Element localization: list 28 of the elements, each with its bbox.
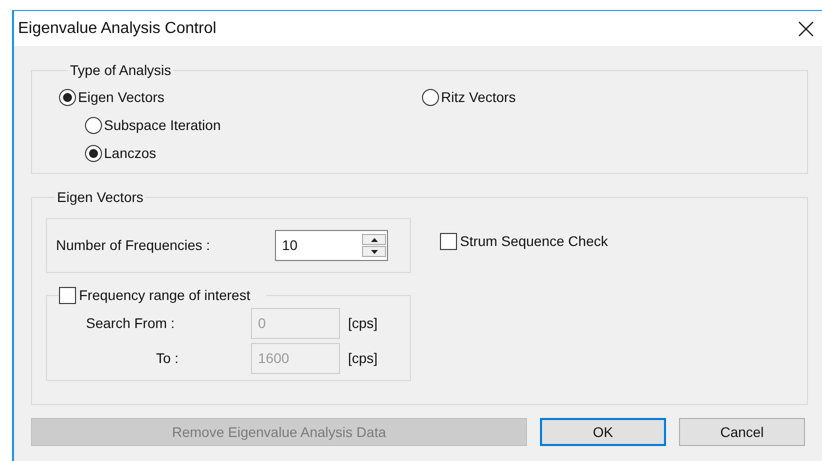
- field-label: To :: [155, 349, 180, 368]
- radio-button[interactable]: [85, 116, 102, 134]
- checkbox-label: Frequency range of interest: [79, 286, 250, 305]
- up-arrow-icon: [370, 238, 378, 242]
- dialog-button[interactable]: OK: [540, 418, 666, 446]
- spin-up-button[interactable]: [362, 234, 386, 245]
- group-legend: Type of Analysis: [68, 60, 174, 81]
- radio-label: Lanczos: [104, 144, 156, 162]
- down-arrow-icon: [370, 250, 378, 254]
- close-icon[interactable]: [798, 20, 814, 36]
- dialog-button[interactable]: Cancel: [679, 418, 805, 446]
- window-title: Eigenvalue Analysis Control: [18, 18, 216, 38]
- field-label: Number of Frequencies :: [56, 236, 212, 255]
- group-legend: Eigen Vectors: [55, 187, 146, 208]
- radio-button[interactable]: [422, 88, 439, 106]
- radio-button[interactable]: [59, 88, 76, 106]
- checkbox[interactable]: [59, 287, 76, 304]
- radio-label: Eigen Vectors: [78, 88, 164, 107]
- number-spinner[interactable]: 10: [275, 230, 388, 261]
- radio-label: Ritz Vectors: [441, 88, 516, 106]
- unit-label: [cps]: [348, 349, 378, 368]
- checkbox-label: Strum Sequence Check: [460, 232, 608, 251]
- unit-label: [cps]: [348, 314, 378, 333]
- spin-down-button[interactable]: [362, 246, 386, 257]
- field-label: Search From :: [86, 314, 176, 333]
- checkbox[interactable]: [440, 233, 457, 250]
- radio-label: Subspace Iteration: [104, 116, 221, 135]
- radio-button[interactable]: [85, 144, 102, 162]
